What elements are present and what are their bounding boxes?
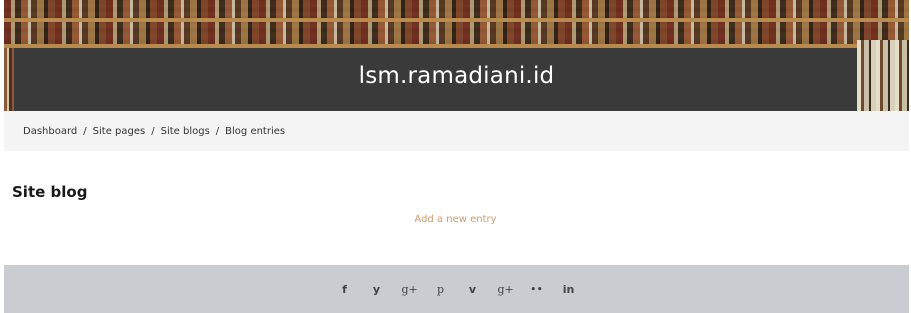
google-icon[interactable]: g+ bbox=[498, 283, 514, 296]
add-new-entry-link[interactable]: Add a new entry bbox=[0, 214, 911, 225]
google-plus-icon[interactable]: g+ bbox=[402, 283, 418, 296]
pinterest-icon[interactable]: p bbox=[434, 283, 448, 296]
flickr-icon[interactable]: •• bbox=[530, 283, 544, 296]
site-header: lsm.ramadiani.id bbox=[4, 0, 909, 111]
breadcrumb-site-pages[interactable]: Site pages bbox=[93, 126, 146, 137]
breadcrumb: Dashboard / Site pages / Site blogs / Bl… bbox=[4, 111, 909, 151]
breadcrumb-blog-entries[interactable]: Blog entries bbox=[225, 126, 285, 137]
twitter-icon[interactable]: y bbox=[370, 283, 384, 296]
breadcrumb-separator: / bbox=[83, 125, 87, 137]
vimeo-icon[interactable]: v bbox=[466, 283, 480, 296]
breadcrumb-site-blogs[interactable]: Site blogs bbox=[161, 126, 210, 137]
breadcrumb-dashboard[interactable]: Dashboard bbox=[23, 126, 77, 137]
facebook-icon[interactable]: f bbox=[338, 283, 352, 296]
page-title: Site blog bbox=[12, 183, 88, 201]
breadcrumb-separator: / bbox=[215, 125, 220, 137]
site-title[interactable]: lsm.ramadiani.id bbox=[4, 63, 909, 89]
linkedin-icon[interactable]: in bbox=[562, 283, 576, 296]
bookshelf-banner-image bbox=[4, 0, 909, 48]
site-footer: f y g+ p v g+ •• in bbox=[4, 265, 909, 313]
shelf-divider bbox=[4, 18, 909, 22]
breadcrumb-separator: / bbox=[151, 125, 155, 137]
